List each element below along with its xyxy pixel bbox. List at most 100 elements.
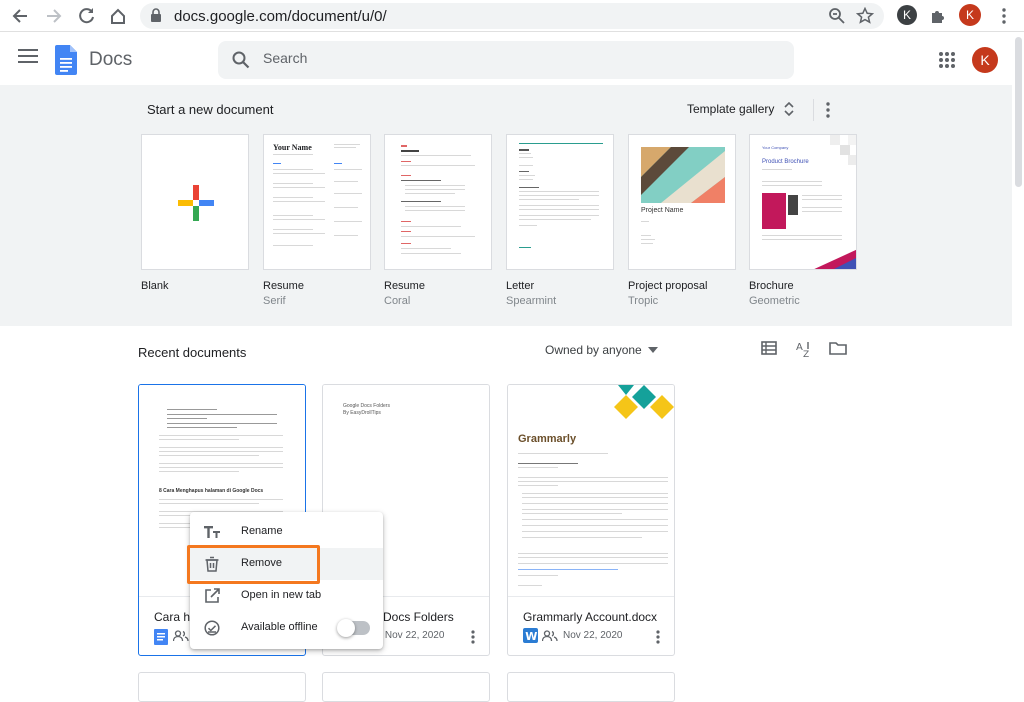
template-blank[interactable]: Blank xyxy=(141,134,249,292)
menu-item-open-new-tab[interactable]: Open in new tab xyxy=(190,580,383,612)
doc-card-peek[interactable] xyxy=(138,672,306,702)
url-text: docs.google.com/document/u/0/ xyxy=(174,8,387,25)
offline-check-icon xyxy=(204,620,220,636)
owner-filter-dropdown[interactable]: Owned by anyone xyxy=(545,343,658,357)
app-title[interactable]: Docs xyxy=(89,49,132,71)
template-project-proposal[interactable]: Project Name Project proposal Tropic xyxy=(628,134,736,307)
svg-text:Z: Z xyxy=(803,350,809,358)
template-name: Blank xyxy=(141,280,169,292)
template-sub: Spearmint xyxy=(506,295,557,307)
preview-title: Project Name xyxy=(641,207,684,214)
reload-icon[interactable] xyxy=(75,4,99,28)
template-name: Resume xyxy=(263,280,304,292)
doc-name: Grammarly Account.docx xyxy=(523,610,658,624)
dropdown-arrow-icon xyxy=(647,347,658,353)
brochure-image xyxy=(762,193,786,229)
template-resume-coral[interactable]: Resume Coral xyxy=(384,134,492,307)
account-avatar[interactable]: K xyxy=(972,47,998,73)
template-thumbnail[interactable] xyxy=(506,134,614,270)
doc-card-peek[interactable] xyxy=(322,672,490,702)
shared-icon xyxy=(542,630,558,642)
doc-more-icon[interactable] xyxy=(656,630,660,649)
preview-title: Grammarly xyxy=(518,433,577,445)
template-sub: Coral xyxy=(384,295,411,307)
template-thumbnail[interactable]: Your Company Product Brochure xyxy=(749,134,857,270)
extension-avatar[interactable]: K xyxy=(897,5,917,25)
svg-text:W: W xyxy=(525,630,537,643)
home-icon[interactable] xyxy=(106,4,130,28)
offline-toggle[interactable] xyxy=(337,619,370,637)
doc-date: Nov 22, 2020 xyxy=(563,630,623,641)
preview-heading: 8 Cara Menghapus halaman di Google Docs xyxy=(159,488,264,494)
template-resume-serif[interactable]: Your Name Resume Serif xyxy=(263,134,371,307)
forward-arrow-icon[interactable] xyxy=(42,4,66,28)
menu-label: Available offline xyxy=(241,621,318,633)
list-view-icon[interactable] xyxy=(761,341,777,360)
template-thumbnail[interactable]: Your Name xyxy=(263,134,371,270)
template-thumbnail[interactable] xyxy=(141,134,249,270)
search-icon[interactable] xyxy=(232,51,250,74)
browser-toolbar: docs.google.com/document/u/0/ K K xyxy=(0,0,1024,32)
menu-item-rename[interactable]: Rename xyxy=(190,516,383,548)
template-heading: Start a new document xyxy=(147,102,274,117)
owner-filter-label: Owned by anyone xyxy=(545,343,642,357)
template-name: Project proposal xyxy=(628,280,708,292)
template-gallery-label: Template gallery xyxy=(687,102,775,116)
doc-name: Docs Folders xyxy=(383,610,454,624)
folder-picker-icon[interactable] xyxy=(829,341,847,360)
bookmark-star-icon[interactable] xyxy=(855,6,875,30)
template-name: Letter xyxy=(506,280,535,292)
profile-avatar[interactable]: K xyxy=(959,4,981,26)
extensions-puzzle-icon[interactable] xyxy=(926,4,950,28)
doc-card-grammarly[interactable]: Grammarly Grammarly Account.docx W Nov 2… xyxy=(507,384,675,656)
preview-title: Product Brochure xyxy=(762,159,809,165)
divider xyxy=(813,99,814,121)
template-more-icon[interactable] xyxy=(826,102,830,123)
template-gallery-button[interactable]: Template gallery xyxy=(687,102,794,116)
template-thumbnail[interactable]: Project Name xyxy=(628,134,736,270)
remove-highlight-box xyxy=(187,545,320,584)
address-bar[interactable]: docs.google.com/document/u/0/ xyxy=(140,3,884,29)
sort-az-icon[interactable]: AZ xyxy=(795,340,813,363)
grammarly-logo-art xyxy=(614,385,674,419)
preview-company: Your Company xyxy=(762,145,789,150)
word-file-icon: W xyxy=(523,628,538,643)
main-menu-icon[interactable] xyxy=(18,49,38,65)
zoom-icon[interactable] xyxy=(828,7,846,30)
preview-title: Your Name xyxy=(273,143,312,152)
template-name: Resume xyxy=(384,280,425,292)
template-letter[interactable]: Letter Spearmint xyxy=(506,134,614,307)
phone-image xyxy=(788,195,798,215)
doc-more-icon[interactable] xyxy=(471,630,475,649)
docs-file-icon xyxy=(154,629,168,645)
doc-preview[interactable]: Grammarly xyxy=(508,385,674,596)
google-apps-icon[interactable] xyxy=(939,52,955,68)
preview-sub: By EasyDrollTips xyxy=(343,410,381,416)
search-input[interactable] xyxy=(263,50,663,66)
shared-icon xyxy=(173,630,189,642)
template-brochure[interactable]: Your Company Product Brochure Brochure G… xyxy=(749,134,857,307)
search-bar[interactable] xyxy=(218,41,794,79)
scrollbar-thumb[interactable] xyxy=(1015,37,1022,187)
back-arrow-icon[interactable] xyxy=(8,4,32,28)
page-scrollbar[interactable] xyxy=(1013,33,1024,688)
template-sub: Geometric xyxy=(749,295,800,307)
geometric-art xyxy=(641,147,725,203)
unfold-icon xyxy=(784,102,794,116)
open-external-icon xyxy=(205,588,220,603)
docs-header: Docs K xyxy=(0,33,1024,85)
corner-pattern xyxy=(830,135,856,165)
recent-heading: Recent documents xyxy=(138,345,247,360)
docs-logo-icon[interactable] xyxy=(55,45,77,75)
svg-text:A: A xyxy=(796,342,803,353)
doc-card-peek[interactable] xyxy=(507,672,675,702)
menu-label: Rename xyxy=(241,525,283,537)
template-thumbnail[interactable] xyxy=(384,134,492,270)
chrome-menu-icon[interactable] xyxy=(992,4,1016,28)
menu-label: Open in new tab xyxy=(241,589,322,601)
menu-item-available-offline[interactable]: Available offline xyxy=(190,612,383,644)
toggle-knob xyxy=(337,619,355,637)
text-format-icon xyxy=(204,526,220,538)
template-sub: Serif xyxy=(263,295,286,307)
template-section: Start a new document Template gallery Bl… xyxy=(0,85,1012,326)
